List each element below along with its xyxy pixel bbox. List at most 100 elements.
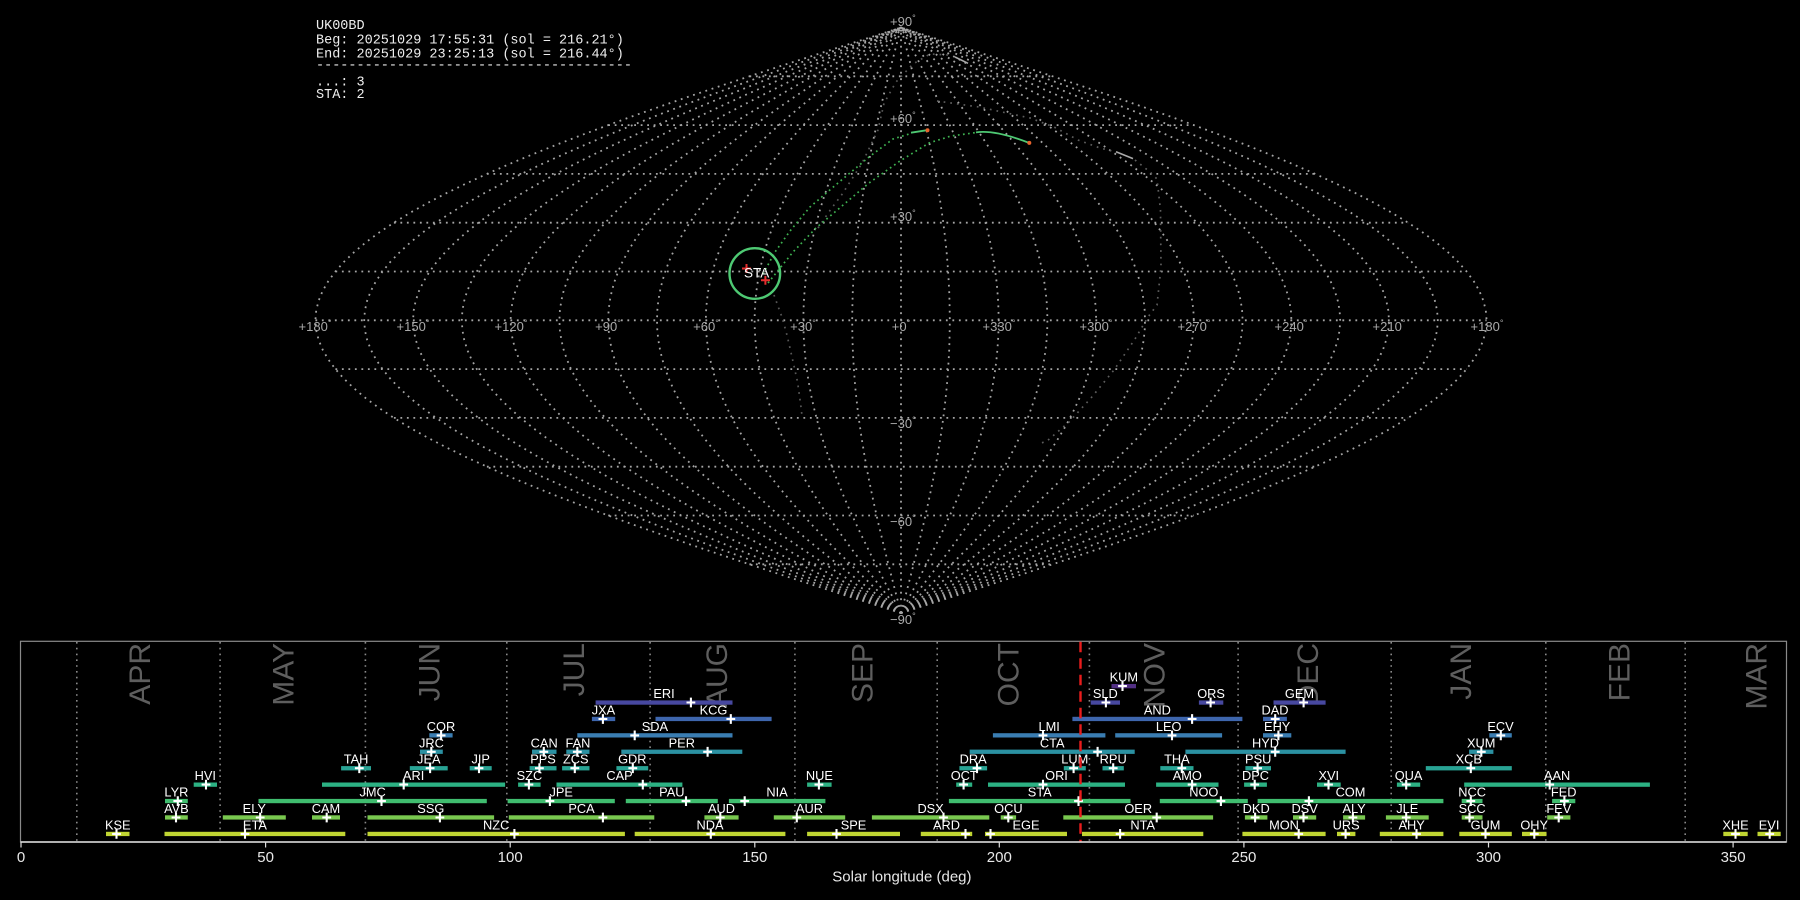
svg-text:DAD: DAD <box>1261 703 1288 718</box>
svg-text:SZC: SZC <box>517 768 543 783</box>
svg-text:TAH: TAH <box>344 752 369 767</box>
svg-text:AMO: AMO <box>1173 768 1202 783</box>
svg-text:COM: COM <box>1336 785 1366 800</box>
svg-text:AHY: AHY <box>1398 817 1425 832</box>
svg-text:GDR: GDR <box>618 752 646 767</box>
svg-text:+240°: +240° <box>1275 318 1308 334</box>
svg-text:STA: 2: STA: 2 <box>316 88 365 103</box>
svg-text:ELY: ELY <box>243 801 267 816</box>
svg-text:MON: MON <box>1269 817 1299 832</box>
svg-text:ETA: ETA <box>243 817 267 832</box>
svg-text:SEP: SEP <box>847 643 880 703</box>
svg-text:+150°: +150° <box>397 318 430 334</box>
svg-text:ECV: ECV <box>1487 719 1514 734</box>
svg-text:FEV: FEV <box>1546 801 1571 816</box>
svg-text:PER: PER <box>669 735 695 750</box>
svg-text:SLD: SLD <box>1093 686 1118 701</box>
svg-text:FEB: FEB <box>1604 643 1637 701</box>
svg-text:350: 350 <box>1721 849 1746 866</box>
svg-text:HVI: HVI <box>195 768 216 783</box>
svg-text:SDA: SDA <box>642 719 669 734</box>
svg-text:ORI: ORI <box>1045 768 1068 783</box>
svg-text:200: 200 <box>987 849 1012 866</box>
svg-text:+330°: +330° <box>983 318 1016 334</box>
svg-text:SSG: SSG <box>417 801 444 816</box>
svg-text:COR: COR <box>427 719 455 734</box>
svg-text:+270°: +270° <box>1178 318 1211 334</box>
svg-text:+210°: +210° <box>1373 318 1406 334</box>
svg-text:250: 250 <box>1231 849 1256 866</box>
svg-text:OHY: OHY <box>1520 817 1548 832</box>
svg-text:NCC: NCC <box>1458 785 1486 800</box>
svg-text:300: 300 <box>1476 849 1501 866</box>
svg-text:JIP: JIP <box>471 752 490 767</box>
svg-text:THA: THA <box>1164 752 1190 767</box>
svg-text:NDA: NDA <box>696 817 723 832</box>
svg-text:+180°: +180° <box>299 318 332 334</box>
svg-text:150: 150 <box>742 849 767 866</box>
svg-text:CAP: CAP <box>606 768 632 783</box>
svg-text:FAN: FAN <box>565 735 590 750</box>
svg-text:EGE: EGE <box>1012 817 1039 832</box>
svg-text:GUM: GUM <box>1471 817 1501 832</box>
svg-text:------------------------------: --------------------------------------- <box>316 59 632 74</box>
svg-text:XVI: XVI <box>1318 768 1339 783</box>
svg-text:MAR: MAR <box>1741 643 1774 710</box>
svg-text:NTA: NTA <box>1130 817 1155 832</box>
svg-text:AUD: AUD <box>708 801 735 816</box>
svg-text:DPC: DPC <box>1242 768 1269 783</box>
svg-text:LEO: LEO <box>1156 719 1182 734</box>
svg-text:PSU: PSU <box>1245 752 1271 767</box>
svg-text:NOV: NOV <box>1139 643 1172 708</box>
svg-text:100: 100 <box>498 849 523 866</box>
svg-text:HYD: HYD <box>1252 735 1279 750</box>
svg-text:FED: FED <box>1551 785 1577 800</box>
svg-text:NZC: NZC <box>483 817 509 832</box>
svg-text:Solar longitude (deg): Solar longitude (deg) <box>832 869 971 886</box>
svg-text:DSX: DSX <box>917 801 944 816</box>
svg-text:AND: AND <box>1144 703 1171 718</box>
svg-text:SCC: SCC <box>1459 801 1486 816</box>
svg-text:AVB: AVB <box>164 801 189 816</box>
svg-text:URS: URS <box>1333 817 1360 832</box>
svg-text:+180°: +180° <box>1471 318 1504 334</box>
svg-text:0: 0 <box>17 849 25 866</box>
svg-text:50: 50 <box>257 849 274 866</box>
svg-text:ERI: ERI <box>653 686 674 701</box>
svg-text:JLE: JLE <box>1396 801 1418 816</box>
svg-text:EVI: EVI <box>1759 817 1780 832</box>
svg-text:XCB: XCB <box>1456 752 1482 767</box>
svg-text:DRA: DRA <box>960 752 987 767</box>
svg-text:NIA: NIA <box>766 785 788 800</box>
svg-text:DKD: DKD <box>1243 801 1270 816</box>
svg-text:JEA: JEA <box>417 752 441 767</box>
svg-text:LUM: LUM <box>1061 752 1088 767</box>
svg-text:JXA: JXA <box>592 703 616 718</box>
svg-text:APR: APR <box>124 643 157 705</box>
svg-text:KUM: KUM <box>1110 670 1138 685</box>
svg-text:ORS: ORS <box>1197 686 1225 701</box>
svg-text:ARD: ARD <box>933 817 960 832</box>
svg-text:+300°: +300° <box>1080 318 1113 334</box>
svg-text:CAN: CAN <box>531 735 558 750</box>
svg-text:PCA: PCA <box>568 801 595 816</box>
svg-text:OCU: OCU <box>994 801 1022 816</box>
svg-text:STA: STA <box>1028 785 1052 800</box>
svg-text:EHY: EHY <box>1264 719 1291 734</box>
svg-text:KSE: KSE <box>105 817 131 832</box>
svg-text:AUR: AUR <box>796 801 823 816</box>
svg-text:CTA: CTA <box>1040 735 1065 750</box>
svg-text:+120°: +120° <box>495 318 528 334</box>
svg-text:OCT: OCT <box>993 643 1026 706</box>
svg-text:ZCS: ZCS <box>563 752 589 767</box>
svg-text:AUG: AUG <box>701 643 734 708</box>
svg-text:PPS: PPS <box>530 752 556 767</box>
svg-text:Beg: 20251029 17:55:31 (sol =: Beg: 20251029 17:55:31 (sol = 216.21°) <box>316 33 624 48</box>
svg-text:UK00BD: UK00BD <box>316 19 365 34</box>
svg-text:LYR: LYR <box>164 785 188 800</box>
svg-text:MAY: MAY <box>268 643 301 706</box>
svg-text:JRC: JRC <box>419 735 444 750</box>
svg-text:OER: OER <box>1124 801 1152 816</box>
svg-text:AAN: AAN <box>1544 768 1570 783</box>
svg-text:GEM: GEM <box>1285 686 1314 701</box>
